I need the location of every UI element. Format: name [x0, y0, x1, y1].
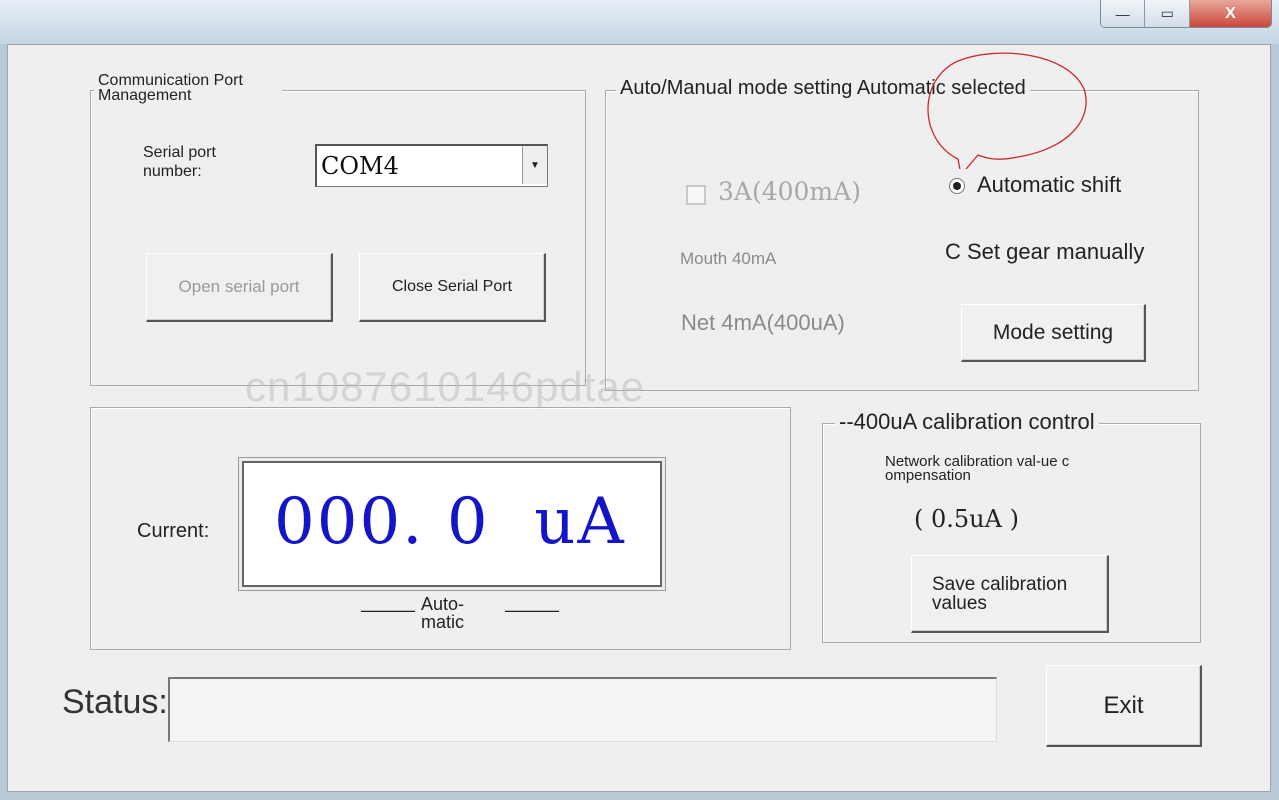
close-serial-port-button[interactable]: Close Serial Port — [359, 253, 546, 322]
callout-annotation — [927, 52, 1087, 169]
automatic-shift-label[interactable]: Automatic shift — [977, 172, 1121, 198]
minimize-button[interactable]: — — [1101, 0, 1146, 27]
radio-dot-icon — [953, 182, 961, 190]
maximize-button[interactable]: ▭ — [1145, 0, 1190, 27]
current-display: 000. 0 uA — [242, 461, 662, 587]
close-window-button[interactable]: X — [1189, 0, 1271, 27]
net-range-label: Net 4mA(400uA) — [681, 310, 845, 335]
comm-port-group — [90, 90, 586, 386]
chevron-down-icon[interactable]: ▼ — [522, 146, 547, 184]
close-icon: X — [1225, 4, 1236, 22]
window-controls: — ▭ X — [1100, 0, 1272, 28]
mode-setting-button[interactable]: Mode setting — [961, 304, 1146, 362]
minimize-icon: — — [1115, 5, 1130, 22]
watermark-text: cn1087610146pdtae — [245, 363, 646, 410]
range-checkbox[interactable] — [686, 185, 706, 205]
mode-dash-right: ——— — [505, 600, 559, 620]
status-field — [168, 677, 997, 742]
calibration-label: Network calibration val-ue compensation — [885, 453, 1070, 484]
current-label: Current: — [137, 520, 210, 542]
automatic-shift-radio[interactable] — [949, 178, 965, 194]
maximize-icon: ▭ — [1160, 5, 1174, 21]
open-serial-port-button[interactable]: Open serial port — [146, 253, 333, 322]
serial-port-select[interactable]: COM4 ▼ — [315, 144, 548, 187]
comm-port-legend: Communication Port Management — [94, 73, 282, 104]
status-label: Status: — [62, 683, 168, 721]
calibration-value: ( 0.5uA ) — [914, 505, 1019, 533]
save-calibration-button[interactable]: Save calibration values — [911, 555, 1109, 633]
auto-mode-indicator: Auto-matic — [421, 594, 465, 632]
main-client-area: Communication Port Management Serial por… — [7, 44, 1271, 792]
serial-port-label: Serial port number: — [143, 144, 216, 180]
serial-port-value: COM4 — [321, 152, 399, 180]
calibration-legend: --400uA calibration control — [835, 409, 1099, 435]
title-bar: — ▭ X — [0, 0, 1279, 44]
current-value: 000. 0 uA — [274, 485, 626, 559]
set-gear-manually-option[interactable]: C Set gear manually — [945, 239, 1144, 265]
exit-button[interactable]: Exit — [1046, 665, 1202, 747]
mode-dash-left: ——— — [361, 600, 415, 620]
range-checkbox-label: 3A(400mA) — [718, 177, 861, 206]
save-calibration-label: Save calibration values — [932, 573, 1068, 614]
mouth-range-label: Mouth 40mA — [680, 249, 777, 268]
